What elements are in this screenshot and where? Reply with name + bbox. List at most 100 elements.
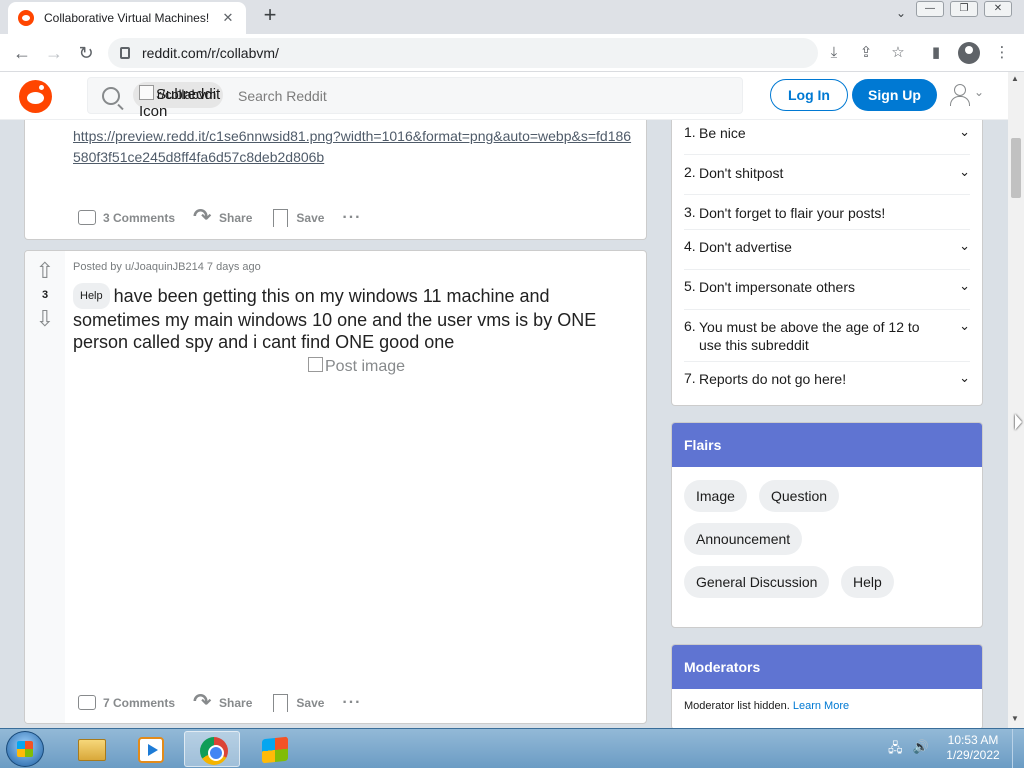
close-window-button[interactable]: ✕ xyxy=(984,1,1012,17)
search-icon xyxy=(102,86,120,105)
tab-search-chevron-icon[interactable]: ⌄ xyxy=(896,6,906,20)
comment-icon xyxy=(77,208,97,228)
bookmark-star-icon[interactable]: ☆ xyxy=(888,43,908,63)
moderators-title: Moderators xyxy=(672,645,982,689)
browser-tab[interactable]: Collaborative Virtual Machines! ✕ xyxy=(8,2,246,34)
address-bar[interactable]: reddit.com/r/collabvm/ xyxy=(108,38,818,68)
scroll-up-icon[interactable]: ▲ xyxy=(1011,74,1019,83)
moderators-text: Moderator list hidden. xyxy=(684,700,790,712)
search-bar[interactable]: Subreddit Icon r/collabvm Search Reddit xyxy=(87,77,743,120)
flair-pill[interactable]: Help xyxy=(841,566,894,598)
learn-more-link[interactable]: Learn More xyxy=(793,700,849,712)
tab-title: Collaborative Virtual Machines! xyxy=(44,11,210,25)
comments-button[interactable]: 3 Comments xyxy=(77,208,175,228)
flair-pill[interactable]: Announcement xyxy=(684,523,803,555)
rule-text: Don't advertise xyxy=(699,239,792,255)
close-tab-icon[interactable]: ✕ xyxy=(220,10,236,26)
flair-pill[interactable]: Image xyxy=(684,480,747,512)
downvote-icon[interactable]: ⇩ xyxy=(35,308,55,330)
windows-taskbar: 🖧 🔊 10:53 AM 1/29/2022 xyxy=(0,728,1024,768)
rule-item[interactable]: 5. Don't impersonate others ⌄ xyxy=(684,270,970,310)
taskbar-chrome[interactable] xyxy=(184,731,240,767)
back-icon[interactable]: ← xyxy=(10,41,34,65)
url-text: reddit.com/r/collabvm/ xyxy=(142,45,279,61)
reddit-logo-icon[interactable] xyxy=(19,80,52,113)
share-label: Share xyxy=(219,211,253,225)
show-desktop-button[interactable] xyxy=(1012,729,1024,768)
restore-button[interactable]: ❐ xyxy=(950,1,978,17)
rule-number: 2. xyxy=(684,164,696,180)
comments-label: 7 Comments xyxy=(103,696,176,710)
taskbar-explorer[interactable] xyxy=(62,731,118,767)
comments-label: 3 Comments xyxy=(103,211,176,225)
post-card[interactable]: https://preview.redd.it/c1se6nnwsid81.pn… xyxy=(24,120,647,240)
reload-icon[interactable]: ↻ xyxy=(74,41,98,65)
side-panel-icon[interactable]: ▮ xyxy=(926,43,946,63)
taskbar-clock[interactable]: 10:53 AM 1/29/2022 xyxy=(942,733,1004,763)
rule-number: 6. xyxy=(684,318,696,334)
share-button[interactable]: Share xyxy=(193,204,253,230)
system-tray: 🖧 🔊 xyxy=(888,739,929,761)
vote-count: 3 xyxy=(41,289,49,301)
post-title[interactable]: Help have been getting this on my windows… xyxy=(73,283,633,353)
rule-item[interactable]: 6. You must be above the age of 12 to us… xyxy=(684,310,970,362)
post-link[interactable]: https://preview.redd.it/c1se6nnwsid81.pn… xyxy=(73,126,638,168)
page-scrollbar[interactable]: ▲ ▼ xyxy=(1008,72,1024,728)
flair-pill[interactable]: Question xyxy=(759,480,840,512)
taskbar-windows[interactable] xyxy=(246,731,302,767)
save-icon xyxy=(270,693,290,713)
rule-item[interactable]: 4. Don't advertise ⌄ xyxy=(684,230,970,270)
network-icon[interactable]: 🖧 xyxy=(888,739,903,761)
rule-item[interactable]: 7. Reports do not go here! ⌄ xyxy=(684,362,970,400)
forward-icon[interactable]: → xyxy=(42,41,66,65)
reddit-favicon-icon xyxy=(18,10,34,26)
comments-button[interactable]: 7 Comments xyxy=(77,693,175,713)
post-flair[interactable]: Help xyxy=(73,283,110,309)
login-button[interactable]: Log In xyxy=(770,79,848,111)
more-options-icon[interactable]: ··· xyxy=(342,209,361,227)
minimize-button[interactable]: — xyxy=(916,1,944,17)
rule-item[interactable]: 2. Don't shitpost ⌄ xyxy=(684,155,970,195)
save-label: Save xyxy=(296,211,325,225)
user-icon xyxy=(949,84,970,106)
search-input[interactable]: Search Reddit xyxy=(238,88,327,104)
rule-text: Don't forget to flair your posts! xyxy=(699,205,886,221)
moderators-note: Moderator list hidden. Learn More xyxy=(684,700,849,712)
taskbar-media-player[interactable] xyxy=(122,731,178,767)
start-button[interactable] xyxy=(6,731,44,767)
media-player-icon xyxy=(138,737,164,763)
new-tab-button[interactable]: + xyxy=(258,4,282,28)
flair-pill[interactable]: General Discussion xyxy=(684,566,830,598)
share-page-icon[interactable]: ⇪ xyxy=(856,43,876,63)
user-menu-button[interactable]: ⌄ xyxy=(947,83,989,107)
profile-avatar-icon[interactable] xyxy=(958,42,980,64)
scroll-thumb[interactable] xyxy=(1011,138,1021,198)
post-meta[interactable]: Posted by u/JoaquinJB214 7 days ago xyxy=(73,261,261,273)
install-icon[interactable]: ⤓ xyxy=(824,43,844,63)
browser-toolbar: ← → ↻ reddit.com/r/collabvm/ ⤓ ⇪ ☆ ▮ ⋮ xyxy=(0,34,1024,72)
vote-column: ⇧ 3 ⇩ xyxy=(25,251,65,723)
save-button[interactable]: Save xyxy=(270,693,324,713)
rule-number: 1. xyxy=(684,124,696,140)
rule-item[interactable]: 3. Don't forget to flair your posts! xyxy=(684,195,970,230)
lock-icon[interactable] xyxy=(120,47,130,59)
volume-icon[interactable]: 🔊 xyxy=(913,739,929,761)
share-icon xyxy=(193,204,213,230)
rule-item[interactable]: 1. Be nice ⌄ xyxy=(684,122,970,155)
signup-button[interactable]: Sign Up xyxy=(852,79,937,111)
post-image-alt[interactable]: Post image xyxy=(308,357,405,376)
chevron-down-icon: ⌄ xyxy=(974,85,985,99)
post-card[interactable]: ⇧ 3 ⇩ Posted by u/JoaquinJB214 7 days ag… xyxy=(24,250,647,724)
more-options-icon[interactable]: ··· xyxy=(342,694,361,712)
upvote-icon[interactable]: ⇧ xyxy=(35,260,55,282)
rule-text: You must be above the age of 12 to use t… xyxy=(699,319,920,353)
share-button[interactable]: Share xyxy=(193,689,252,715)
folder-icon xyxy=(78,739,106,761)
rule-text: Don't shitpost xyxy=(699,165,784,181)
scroll-down-icon[interactable]: ▼ xyxy=(1011,714,1019,723)
menu-kebab-icon[interactable]: ⋮ xyxy=(992,43,1012,63)
subreddit-chip[interactable]: Subreddit Icon r/collabvm xyxy=(133,82,224,120)
rule-text: Reports do not go here! xyxy=(699,371,847,387)
windows-icon xyxy=(262,736,288,764)
save-button[interactable]: Save xyxy=(270,208,324,228)
